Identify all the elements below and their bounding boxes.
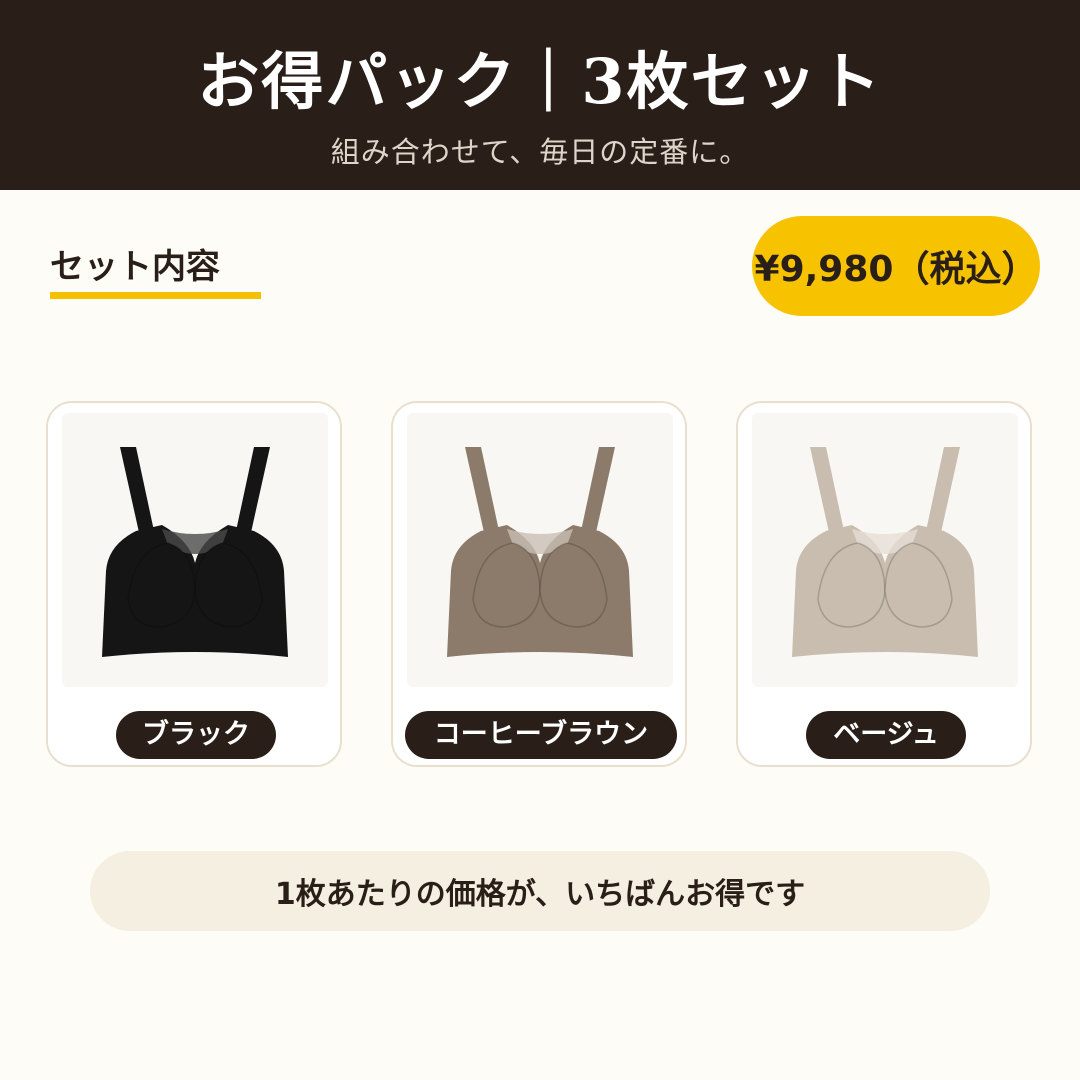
section-title: セット内容	[50, 247, 220, 287]
product-image	[752, 413, 1018, 687]
color-label-coffee-brown: コーヒーブラウン	[405, 711, 677, 759]
color-label-beige: ベージュ	[806, 711, 966, 759]
product-image	[62, 413, 328, 687]
header-banner: お得パック｜3枚セット 組み合わせて、毎日の定番に。	[0, 0, 1080, 190]
product-image	[407, 413, 673, 687]
page-subtitle: 組み合わせて、毎日の定番に。	[330, 135, 750, 169]
color-label-black: ブラック	[116, 711, 276, 759]
page-title: お得パック｜3枚セット	[197, 45, 883, 118]
bra-image-icon	[102, 447, 288, 657]
bra-image-icon	[792, 447, 978, 657]
product-card-beige[interactable]: ベージュ	[736, 401, 1032, 767]
price-badge: ¥9,980（税込）	[752, 216, 1040, 316]
bra-image-icon	[447, 447, 633, 657]
section-underline	[50, 292, 261, 299]
product-card-black[interactable]: ブラック	[46, 401, 342, 767]
value-note: 1枚あたりの価格が、いちばんお得です	[90, 851, 990, 931]
product-card-coffee-brown[interactable]: コーヒーブラウン	[391, 401, 687, 767]
